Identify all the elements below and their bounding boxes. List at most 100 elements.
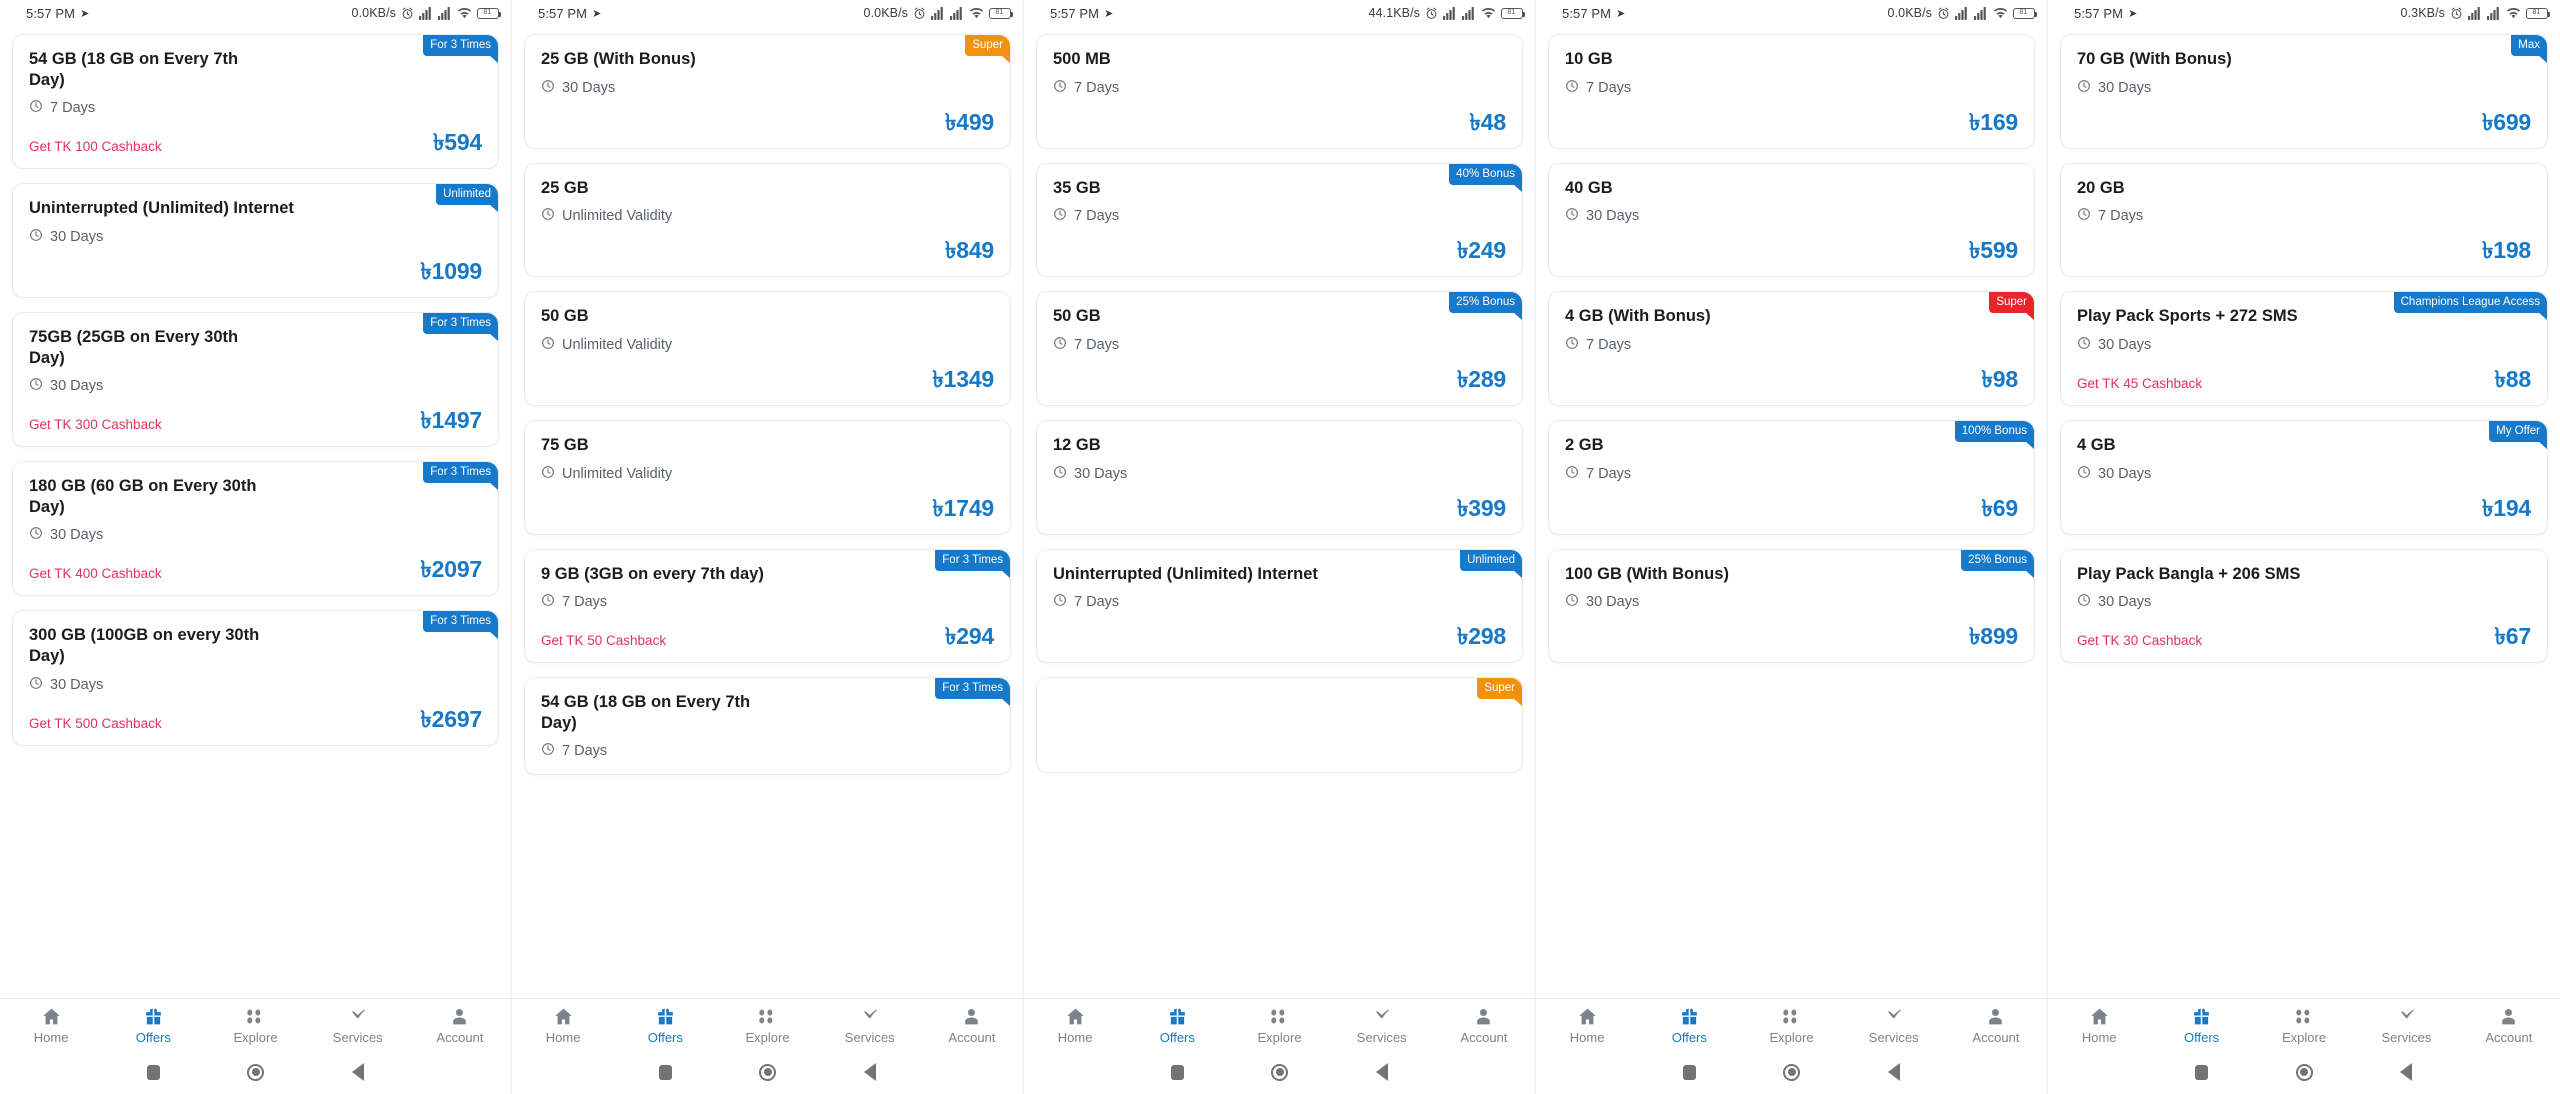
- offer-card[interactable]: 20 GB 7 Days ৳198: [2060, 162, 2548, 278]
- bottom-navigation[interactable]: Home Offers Explore Services Account: [1536, 998, 2047, 1050]
- offer-card[interactable]: 12 GB 30 Days ৳399: [1036, 419, 1523, 535]
- offer-title: 50 GB: [1053, 307, 1101, 326]
- home-button[interactable]: [716, 1063, 818, 1081]
- android-system-bar[interactable]: [2048, 1050, 2560, 1094]
- nav-item-offers[interactable]: Offers: [1126, 1006, 1228, 1045]
- nav-item-home[interactable]: Home: [1536, 1006, 1638, 1045]
- android-system-bar[interactable]: [512, 1050, 1023, 1094]
- nav-item-account[interactable]: Account: [1433, 1006, 1535, 1045]
- recents-button[interactable]: [2150, 1064, 2252, 1080]
- bottom-navigation[interactable]: Home Offers Explore Services Account: [512, 998, 1023, 1050]
- offer-card[interactable]: 25% Bonus 100 GB (With Bonus) 30 Days ৳899: [1548, 548, 2035, 664]
- nav-item-offers[interactable]: Offers: [2150, 1006, 2252, 1045]
- offer-card[interactable]: For 3 Times 180 GB (60 GB on Every 30th D…: [12, 461, 499, 597]
- offer-card[interactable]: 25 GB Unlimited Validity ৳849: [524, 162, 1011, 278]
- recents-button[interactable]: [102, 1064, 204, 1080]
- offer-title: 4 GB: [2077, 435, 2116, 454]
- offers-list[interactable]: Super 25 GB (With Bonus) 30 Days ৳499 25 GB U…: [512, 26, 1023, 998]
- offers-list[interactable]: 500 MB 7 Days ৳48 40% Bonus 35 GB 7 Days ৳249 2…: [1024, 26, 1535, 998]
- offer-card[interactable]: Unlimited Uninterrupted (Unlimited) Inter…: [1036, 548, 1523, 664]
- nav-item-explore[interactable]: Explore: [716, 1006, 818, 1045]
- nav-item-account[interactable]: Account: [2458, 1006, 2560, 1045]
- nav-item-explore[interactable]: Explore: [2253, 1006, 2355, 1045]
- offer-title: 75 GB: [541, 435, 589, 454]
- nav-item-account[interactable]: Account: [921, 1006, 1023, 1045]
- offer-card[interactable]: For 3 Times 54 GB (18 GB on Every 7th Day…: [524, 677, 1011, 776]
- nav-item-services[interactable]: Services: [2355, 1006, 2457, 1045]
- recents-button[interactable]: [614, 1064, 716, 1080]
- nav-item-services[interactable]: Services: [1331, 1006, 1433, 1045]
- offer-card[interactable]: 75 GB Unlimited Validity ৳1749: [524, 419, 1011, 535]
- nav-item-services[interactable]: Services: [1843, 1006, 1945, 1045]
- offer-price: ৳67: [2494, 623, 2532, 650]
- battery-indicator: 81: [2013, 7, 2037, 19]
- offer-title: 54 GB (18 GB on Every 7th Day): [29, 50, 239, 89]
- back-button[interactable]: [307, 1063, 409, 1081]
- clock-icon: [541, 336, 555, 354]
- offer-card[interactable]: My Offer 4 GB 30 Days ৳194: [2060, 419, 2548, 535]
- offer-title: 35 GB: [1053, 178, 1101, 197]
- bottom-navigation[interactable]: Home Offers Explore Services Account: [0, 998, 511, 1050]
- nav-item-home[interactable]: Home: [2048, 1006, 2150, 1045]
- offer-card[interactable]: For 3 Times 54 GB (18 GB on Every 7th Day…: [12, 34, 499, 170]
- offer-card[interactable]: For 3 Times 300 GB (100GB on every 30th D…: [12, 610, 499, 746]
- offer-card[interactable]: Champions League Access Play Pack Sports …: [2060, 291, 2548, 406]
- offer-validity: 30 Days: [541, 79, 994, 97]
- network-speed: 0.0KB/s: [351, 6, 396, 20]
- offer-card[interactable]: Max 70 GB (With Bonus) 30 Days ৳699: [2060, 34, 2548, 149]
- nav-item-explore[interactable]: Explore: [204, 1006, 306, 1045]
- nav-label: Explore: [1257, 1030, 1302, 1045]
- offer-card[interactable]: 25% Bonus 50 GB 7 Days ৳289: [1036, 291, 1523, 406]
- offers-list[interactable]: For 3 Times 54 GB (18 GB on Every 7th Day…: [0, 26, 511, 998]
- nav-item-account[interactable]: Account: [1945, 1006, 2047, 1045]
- nav-item-offers[interactable]: Offers: [102, 1006, 204, 1045]
- back-button[interactable]: [1843, 1063, 1945, 1081]
- nav-label: Explore: [745, 1030, 790, 1045]
- offer-card[interactable]: For 3 Times 9 GB (3GB on every 7th day) 7 …: [524, 548, 1011, 664]
- offer-card[interactable]: Play Pack Bangla + 206 SMS 30 Days Get TK …: [2060, 548, 2548, 664]
- offer-card[interactable]: For 3 Times 75GB (25GB on Every 30th Day)…: [12, 311, 499, 448]
- recents-button[interactable]: [1126, 1064, 1228, 1080]
- home-button[interactable]: [1228, 1063, 1330, 1081]
- offer-badge: Max: [2511, 35, 2547, 64]
- recents-button[interactable]: [1638, 1064, 1740, 1080]
- back-button[interactable]: [1331, 1063, 1433, 1081]
- offer-card[interactable]: 50 GB Unlimited Validity ৳1349: [524, 291, 1011, 406]
- android-system-bar[interactable]: [1024, 1050, 1535, 1094]
- nav-item-home[interactable]: Home: [1024, 1006, 1126, 1045]
- offers-list[interactable]: 10 GB 7 Days ৳169 40 GB 30 Days ৳599 Super 4 GB…: [1536, 26, 2047, 998]
- offer-card[interactable]: 40% Bonus 35 GB 7 Days ৳249: [1036, 162, 1523, 278]
- offer-card[interactable]: 500 MB 7 Days ৳48: [1036, 34, 1523, 149]
- nav-item-services[interactable]: Services: [307, 1006, 409, 1045]
- bottom-navigation[interactable]: Home Offers Explore Services Account: [1024, 998, 1535, 1050]
- nav-item-home[interactable]: Home: [0, 1006, 102, 1045]
- nav-item-offers[interactable]: Offers: [614, 1006, 716, 1045]
- offer-title: 25 GB (With Bonus): [541, 50, 696, 68]
- nav-label: Home: [1057, 1030, 1093, 1045]
- home-button[interactable]: [1740, 1063, 1842, 1081]
- nav-item-explore[interactable]: Explore: [1740, 1006, 1842, 1045]
- android-system-bar[interactable]: [0, 1050, 511, 1094]
- status-bar: 5:57 PM ➤ 0.3KB/s 81: [2048, 0, 2560, 26]
- square-icon: [146, 1064, 160, 1080]
- offer-card[interactable]: 100% Bonus 2 GB 7 Days ৳69: [1548, 419, 2035, 535]
- nav-item-account[interactable]: Account: [409, 1006, 511, 1045]
- home-button[interactable]: [204, 1063, 306, 1081]
- offer-card[interactable]: Unlimited Uninterrupted (Unlimited) Inter…: [12, 183, 499, 298]
- offers-list[interactable]: Max 70 GB (With Bonus) 30 Days ৳699 20 GB 7 D…: [2048, 26, 2560, 998]
- signal-bars-sim1-icon: [419, 6, 433, 20]
- offer-card[interactable]: Super 4 GB (With Bonus) 7 Days ৳98: [1548, 291, 2035, 406]
- home-button[interactable]: [2253, 1063, 2355, 1081]
- offer-card[interactable]: Super: [1036, 677, 1523, 774]
- android-system-bar[interactable]: [1536, 1050, 2047, 1094]
- bottom-navigation[interactable]: Home Offers Explore Services Account: [2048, 998, 2560, 1050]
- back-button[interactable]: [819, 1063, 921, 1081]
- back-button[interactable]: [2355, 1063, 2457, 1081]
- nav-item-explore[interactable]: Explore: [1228, 1006, 1330, 1045]
- offer-card[interactable]: Super 25 GB (With Bonus) 30 Days ৳499: [524, 34, 1011, 149]
- nav-item-services[interactable]: Services: [819, 1006, 921, 1045]
- offer-card[interactable]: 40 GB 30 Days ৳599: [1548, 162, 2035, 278]
- nav-item-home[interactable]: Home: [512, 1006, 614, 1045]
- nav-item-offers[interactable]: Offers: [1638, 1006, 1740, 1045]
- offer-card[interactable]: 10 GB 7 Days ৳169: [1548, 34, 2035, 149]
